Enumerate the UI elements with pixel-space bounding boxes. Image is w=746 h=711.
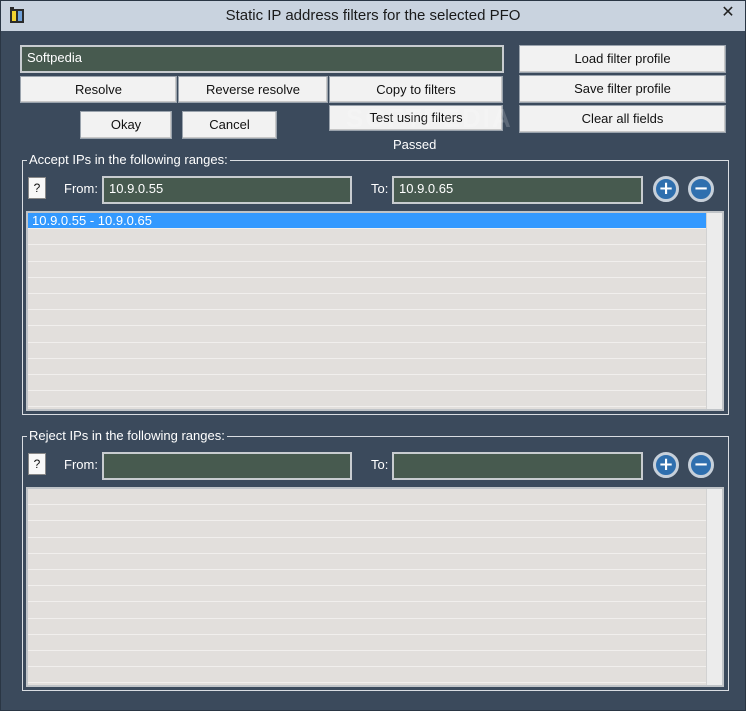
accept-from-field[interactable]: 10.9.0.55 <box>102 176 352 204</box>
reject-help-button[interactable]: ? <box>28 453 46 475</box>
reject-ranges-list[interactable] <box>26 487 724 687</box>
reject-to-field[interactable] <box>392 452 643 480</box>
accept-empty-row[interactable] <box>28 359 722 375</box>
load-filter-profile-button[interactable]: Load filter profile <box>519 45 726 73</box>
reject-empty-row[interactable] <box>28 602 722 619</box>
reject-from-field[interactable] <box>102 452 352 480</box>
accept-ranges-group: Accept IPs in the following ranges: ? Fr… <box>22 152 729 415</box>
accept-empty-row[interactable] <box>28 375 722 392</box>
reject-ranges-group: Reject IPs in the following ranges: ? Fr… <box>22 428 729 691</box>
reject-remove-minus-circle-icon[interactable]: − <box>688 452 714 478</box>
accept-to-label: To: <box>371 181 389 196</box>
reject-empty-row[interactable] <box>28 586 722 603</box>
dialog-content: Softpedia Resolve Reverse resolve Copy t… <box>8 31 738 704</box>
reject-empty-row[interactable] <box>28 505 722 522</box>
accept-empty-row[interactable] <box>28 343 722 359</box>
accept-empty-row[interactable] <box>28 391 722 408</box>
close-icon[interactable]: ✕ <box>715 3 741 23</box>
reject-rows <box>28 489 722 684</box>
cancel-button[interactable]: Cancel <box>182 111 277 139</box>
save-filter-profile-button[interactable]: Save filter profile <box>519 75 726 103</box>
accept-empty-row[interactable] <box>28 245 722 262</box>
accept-empty-row[interactable] <box>28 278 722 294</box>
reject-empty-row[interactable] <box>28 635 722 651</box>
accept-remove-minus-circle-icon[interactable]: − <box>688 176 714 202</box>
accept-empty-row[interactable] <box>28 310 722 327</box>
accept-add-plus-circle-icon[interactable]: + <box>653 176 679 202</box>
reject-to-label: To: <box>371 457 389 472</box>
reject-empty-row[interactable] <box>28 489 722 506</box>
reject-empty-row[interactable] <box>28 667 722 684</box>
accept-from-label: From: <box>64 181 98 196</box>
watermark: SOFTPEDIA <box>346 103 513 133</box>
reject-from-label: From: <box>64 457 98 472</box>
resolve-button[interactable]: Resolve <box>20 76 177 103</box>
clear-all-fields-button[interactable]: Clear all fields <box>519 105 726 133</box>
reverse-resolve-button[interactable]: Reverse resolve <box>178 76 328 103</box>
title-bar[interactable]: Static IP address filters for the select… <box>1 1 745 31</box>
reject-empty-row[interactable] <box>28 570 722 587</box>
accept-range-row[interactable]: 10.9.0.55 - 10.9.0.65 <box>28 213 722 230</box>
accept-rows: 10.9.0.55 - 10.9.0.65 <box>28 213 722 408</box>
accept-empty-row[interactable] <box>28 229 722 246</box>
dialog-window: Static IP address filters for the select… <box>0 0 746 711</box>
accept-empty-row[interactable] <box>28 326 722 343</box>
accept-to-field[interactable]: 10.9.0.65 <box>392 176 643 204</box>
reject-empty-row[interactable] <box>28 554 722 570</box>
copy-to-filters-button[interactable]: Copy to filters <box>329 76 503 103</box>
reject-empty-row[interactable] <box>28 538 722 554</box>
reject-empty-row[interactable] <box>28 521 722 538</box>
name-field[interactable]: Softpedia <box>20 45 504 73</box>
reject-add-plus-circle-icon[interactable]: + <box>653 452 679 478</box>
accept-help-button[interactable]: ? <box>28 177 46 199</box>
reject-list-scrollbar[interactable] <box>706 489 722 685</box>
reject-empty-row[interactable] <box>28 651 722 668</box>
window-title: Static IP address filters for the select… <box>225 7 521 24</box>
reject-group-title: Reject IPs in the following ranges: <box>27 428 227 444</box>
accept-ranges-list[interactable]: 10.9.0.55 - 10.9.0.65 <box>26 211 724 411</box>
okay-button[interactable]: Okay <box>80 111 172 139</box>
accept-empty-row[interactable] <box>28 262 722 278</box>
accept-group-title: Accept IPs in the following ranges: <box>27 152 230 168</box>
accept-empty-row[interactable] <box>28 294 722 311</box>
accept-list-scrollbar[interactable] <box>706 213 722 409</box>
test-status-label: Passed <box>393 137 437 152</box>
reject-empty-row[interactable] <box>28 619 722 635</box>
